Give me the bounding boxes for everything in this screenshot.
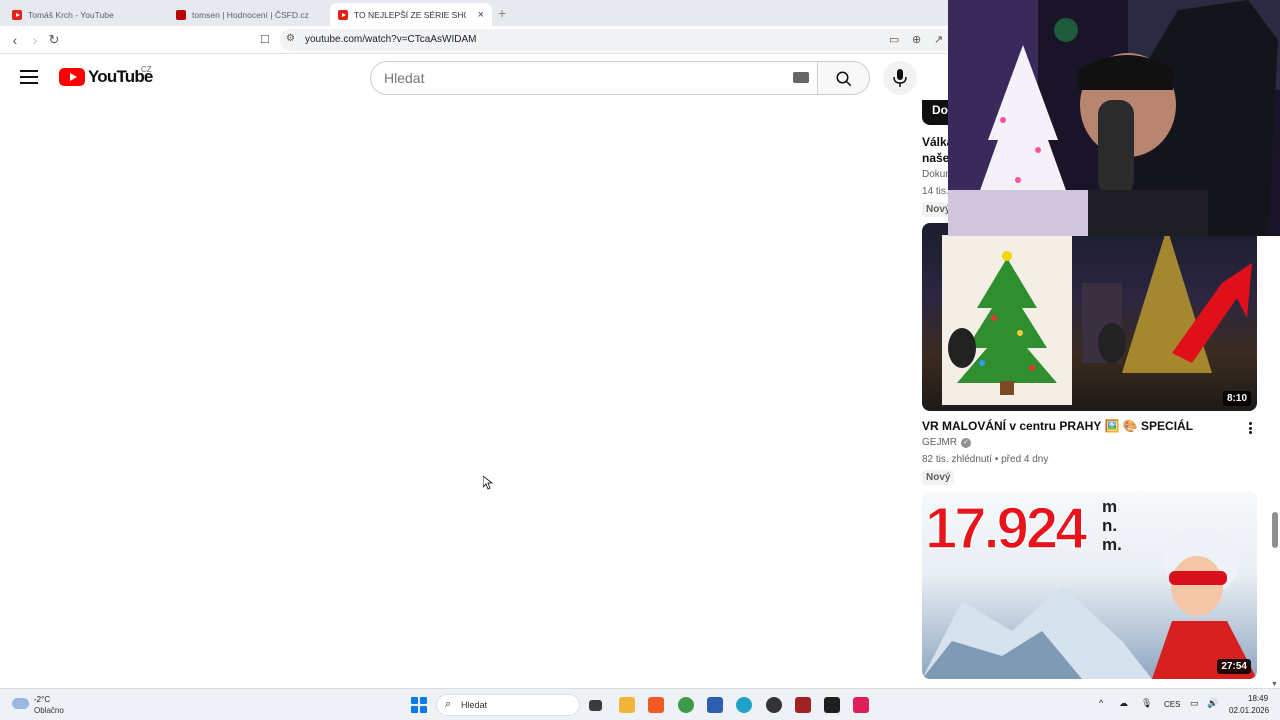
video-meta: 82 tis. zhlédnutí • před 4 dny	[922, 454, 1048, 465]
tab-title: tomsen | Hodnocení | ČSFD.cz	[192, 9, 309, 20]
url-text[interactable]: youtube.com/watch?v=CTcaAsWIDAM	[305, 34, 476, 45]
upload-age: před 4 dny	[1001, 454, 1049, 465]
thumbnail-altitude-text: 17.924	[924, 495, 1088, 562]
taskbar-search[interactable]: ⌕ Hledat	[436, 694, 580, 716]
share-icon[interactable]: ↗	[934, 33, 943, 46]
chrome-icon[interactable]	[678, 697, 694, 713]
channel-name[interactable]: GEJMR	[922, 437, 957, 448]
country-code: CZ	[141, 65, 152, 74]
back-icon[interactable]: ‹	[7, 32, 23, 48]
new-tab-button[interactable]: +	[498, 5, 506, 21]
taskbar-search-text: Hledat	[461, 700, 488, 710]
voicemeeter-icon[interactable]	[795, 697, 811, 713]
bookmark-icon[interactable]: ☐	[257, 32, 273, 48]
tiktok-icon[interactable]	[853, 697, 869, 713]
video-duration: 8:10	[1222, 391, 1251, 406]
video-duration: 27:54	[1217, 659, 1251, 674]
scroll-down-icon[interactable]: ▼	[1271, 681, 1278, 688]
search-button[interactable]	[817, 61, 870, 95]
address-bar[interactable]: ⚙ youtube.com/watch?v=CTcaAsWIDAM ▭ ⊕ ↗	[280, 29, 960, 51]
webcam-overlay	[948, 0, 1280, 236]
tab-title: TO NEJLEPŠÍ ZE SÉRIE SHORTS 2...	[354, 9, 466, 20]
more-actions-icon[interactable]	[1244, 420, 1256, 436]
edge-icon[interactable]	[736, 697, 752, 713]
video-title[interactable]: VR MALOVÁNÍ v centru PRAHY 🖼️ 🎨 SPECIÁL	[922, 419, 1193, 433]
obs-icon[interactable]	[766, 697, 782, 713]
microphone-icon	[893, 69, 907, 87]
clock-time[interactable]: 18:49	[1248, 694, 1268, 703]
display-icon[interactable]: ▭	[1190, 698, 1199, 709]
search-input[interactable]	[384, 70, 784, 86]
youtube-masthead: YouTube CZ	[0, 54, 948, 100]
video-thumbnail-everest[interactable]: 17.924 m n. m. 27:54	[922, 491, 1257, 679]
search-icon: ⌕	[445, 698, 452, 710]
close-tab-icon[interactable]: ×	[472, 9, 484, 21]
verified-check-icon: ✓	[961, 437, 971, 448]
search-box[interactable]	[370, 61, 818, 95]
scrollbar-thumb[interactable]	[1272, 512, 1278, 548]
youtube-favicon-icon	[12, 9, 22, 20]
video-thumbnail-vr-painting[interactable]: 8:10	[922, 223, 1257, 411]
video-channel[interactable]: GEJMR ✓	[922, 437, 971, 448]
thumbnail-unit-text: m n. m.	[1102, 497, 1122, 554]
keyboard-icon[interactable]	[793, 72, 809, 83]
tab-csfd[interactable]: tomsen | Hodnocení | ČSFD.cz	[168, 3, 330, 26]
youtube-logo[interactable]: YouTube	[59, 67, 153, 87]
new-badge: Nový	[922, 470, 955, 485]
search-icon	[836, 71, 852, 87]
network-icon[interactable]: ☁	[1119, 698, 1128, 709]
view-count: 82 tis. zhlédnutí	[922, 454, 993, 465]
volume-icon[interactable]: 🔊	[1207, 698, 1218, 709]
task-view-icon[interactable]	[589, 700, 602, 711]
weather-description[interactable]: Oblačno	[34, 706, 64, 715]
windows-taskbar: -2°C Oblačno ⌕ Hledat ^ ☁ 🎙 CES ▭ 🔊 18:4…	[0, 688, 1280, 720]
nvidia-icon[interactable]	[824, 697, 840, 713]
webcam-feed-image	[948, 0, 1280, 236]
cloud-icon[interactable]	[12, 698, 29, 709]
mouse-cursor-icon	[483, 476, 493, 490]
windows-start-icon[interactable]	[411, 697, 427, 713]
page-scrollbar[interactable]: ▼	[1270, 236, 1280, 688]
youtube-favicon-icon	[338, 9, 348, 20]
kodi-icon[interactable]	[707, 697, 723, 713]
microphone-tray-icon[interactable]: 🎙	[1141, 698, 1152, 709]
install-app-icon[interactable]: ▭	[889, 33, 899, 46]
site-info-icon[interactable]: ⚙	[286, 33, 295, 44]
brave-browser-icon[interactable]	[648, 697, 664, 713]
forward-icon[interactable]: ›	[27, 32, 43, 48]
tab-active-shorts[interactable]: TO NEJLEPŠÍ ZE SÉRIE SHORTS 2... ×	[330, 3, 492, 26]
tray-overflow-icon[interactable]: ^	[1099, 698, 1103, 708]
tab-title: Tomáš Krch - YouTube	[28, 9, 114, 20]
voice-search-button[interactable]	[883, 61, 917, 95]
clock-date[interactable]: 02.01.2026	[1229, 706, 1269, 715]
tab-tomas-krch[interactable]: Tomáš Krch - YouTube	[4, 3, 166, 26]
youtube-play-icon	[59, 68, 85, 86]
csfd-favicon-icon	[176, 9, 186, 20]
file-explorer-icon[interactable]	[619, 697, 635, 713]
zoom-icon[interactable]: ⊕	[912, 33, 921, 46]
menu-icon[interactable]	[20, 70, 38, 84]
thumbnail-art	[942, 228, 1252, 405]
language-indicator[interactable]: CES	[1164, 700, 1180, 709]
weather-temperature[interactable]: -2°C	[34, 695, 50, 704]
reload-icon[interactable]: ↻	[46, 32, 62, 48]
